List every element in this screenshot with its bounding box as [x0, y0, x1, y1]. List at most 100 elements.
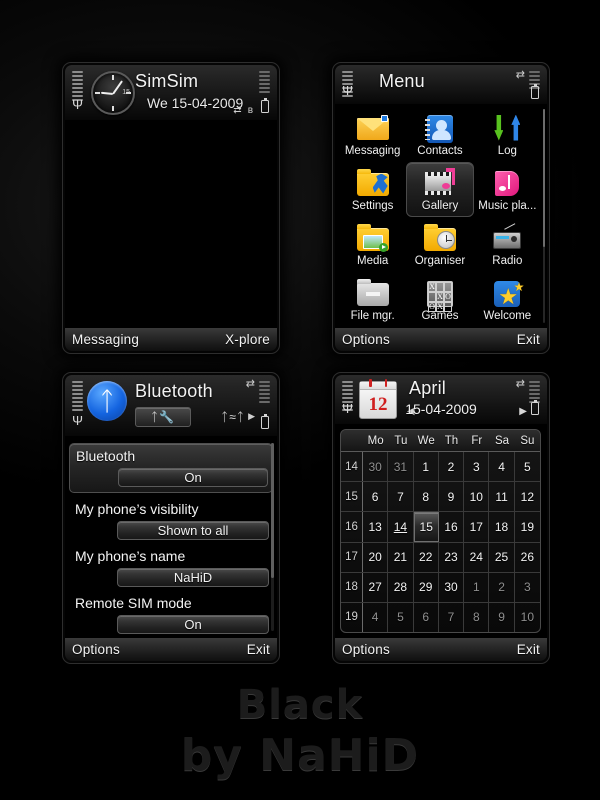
- softkey-right-xplore[interactable]: X-plore: [225, 332, 270, 347]
- softkey-left-messaging[interactable]: Messaging: [72, 332, 139, 347]
- calendar-day-cell[interactable]: 19: [515, 512, 540, 541]
- calendar-day-cell[interactable]: 10: [515, 603, 540, 632]
- calendar-day-cell[interactable]: 22: [414, 542, 439, 572]
- calendar-day-cell[interactable]: 30: [439, 572, 465, 602]
- menu-item-messaging[interactable]: Messaging: [339, 107, 406, 162]
- calendar-day-cell[interactable]: 1: [464, 572, 490, 602]
- menu-item-music-player[interactable]: Music pla...: [474, 162, 541, 217]
- calendar-day-cell[interactable]: 17: [464, 512, 490, 542]
- week-number-header: [341, 430, 363, 451]
- calendar-day-cell[interactable]: 6: [414, 602, 439, 632]
- calendar-day-cell[interactable]: 1: [414, 452, 439, 482]
- menu-status-bar: Ψ Menu ⇄: [335, 65, 547, 105]
- menu-item-contacts[interactable]: Contacts: [406, 107, 473, 162]
- theme-author-watermark: by NaHiD: [180, 730, 420, 781]
- calendar-day-cell[interactable]: 24: [464, 542, 490, 572]
- softkey-left-options[interactable]: Options: [342, 642, 390, 657]
- calendar-day-cell[interactable]: 31: [388, 452, 414, 482]
- calendar-day-cell[interactable]: 23: [439, 542, 465, 572]
- calendar-day-cell[interactable]: 4: [363, 602, 389, 632]
- calendar-day-cell[interactable]: 26: [515, 543, 540, 572]
- tab-bluetooth-settings[interactable]: ᛏ🔧: [135, 407, 191, 427]
- calendar-week-number: 19: [341, 602, 363, 632]
- bluetooth-scrollbar-track[interactable]: [271, 443, 274, 631]
- calendar-day-cell[interactable]: 2: [489, 572, 515, 602]
- bt-row-value[interactable]: NaHiD: [117, 568, 269, 587]
- clock-marker-label: 15: [122, 89, 130, 96]
- menu-item-gallery[interactable]: Gallery: [406, 162, 474, 217]
- bt-row-remote-sim[interactable]: Remote SIM mode On: [73, 594, 269, 634]
- menu-item-welcome[interactable]: ★ ★ Welcome: [474, 272, 541, 327]
- idle-tray-icons: ⇄ ʙ: [233, 106, 253, 116]
- menu-item-label: Contacts: [417, 144, 463, 157]
- calendar-day-cell[interactable]: 9: [489, 602, 515, 632]
- calendar-day-cell[interactable]: 2: [439, 452, 465, 482]
- softkey-right-exit[interactable]: Exit: [247, 642, 270, 657]
- calendar-screen-panel: Ψ 12 April ◀ 15-04-2009 ▶ ⇄ Mo Tu We Th …: [332, 372, 550, 664]
- bluetooth-scrollbar-thumb[interactable]: [271, 443, 274, 579]
- menu-title: Menu: [379, 71, 425, 91]
- bt-row-value[interactable]: Shown to all: [117, 521, 269, 540]
- day-header: Su: [520, 434, 535, 447]
- bt-row-value[interactable]: On: [118, 468, 268, 487]
- calendar-day-cell[interactable]: 30: [363, 452, 389, 482]
- calendar-day-cell[interactable]: 16: [439, 512, 465, 542]
- bt-row-value[interactable]: On: [117, 615, 269, 634]
- calendar-day-cell[interactable]: 6: [363, 482, 389, 512]
- bt-row-bluetooth[interactable]: Bluetooth On: [69, 443, 273, 493]
- calendar-day-cell[interactable]: 5: [388, 602, 414, 632]
- menu-item-settings[interactable]: Settings: [339, 162, 406, 217]
- calendar-day-cell-selected[interactable]: 15: [413, 512, 439, 542]
- calendar-day-cell[interactable]: 25: [489, 542, 515, 572]
- calendar-day-cell[interactable]: 10: [464, 482, 490, 512]
- calendar-day-cell[interactable]: 21: [388, 542, 414, 572]
- calendar-day-cell[interactable]: 3: [515, 573, 540, 602]
- calendar-day-cell[interactable]: 8: [414, 482, 439, 512]
- calendar-day-cell[interactable]: 28: [388, 572, 414, 602]
- bt-row-visibility[interactable]: My phone’s visibility Shown to all: [73, 500, 269, 540]
- menu-item-media[interactable]: Media: [339, 217, 406, 272]
- calendar-softkey-bar: Options Exit: [335, 637, 547, 661]
- calendar-day-cell[interactable]: 12: [515, 482, 540, 511]
- softkey-right-exit[interactable]: Exit: [517, 332, 540, 347]
- menu-item-label: Media: [357, 254, 389, 267]
- calendar-day-cell[interactable]: 7: [388, 482, 414, 512]
- softkey-left-options[interactable]: Options: [342, 332, 390, 347]
- calendar-day-cell[interactable]: 4: [489, 452, 515, 482]
- menu-item-organiser[interactable]: Organiser: [406, 217, 473, 272]
- menu-item-radio[interactable]: Radio: [474, 217, 541, 272]
- calendar-title: April: [409, 378, 447, 398]
- menu-grid-area: Messaging Contacts Log Settings Gallery …: [335, 105, 547, 327]
- calendar-day-cell[interactable]: 20: [363, 542, 389, 572]
- calendar-day-cell[interactable]: 14: [388, 512, 414, 542]
- day-header: We: [417, 434, 435, 447]
- calendar-day-cell[interactable]: 13: [363, 512, 389, 542]
- battery-icon: [261, 98, 269, 113]
- battery-icon: [531, 400, 539, 415]
- calendar-day-cell[interactable]: 27: [363, 572, 389, 602]
- calendar-status-bar: Ψ 12 April ◀ 15-04-2009 ▶ ⇄: [335, 375, 547, 425]
- operator-name: SimSim: [135, 71, 199, 91]
- softkey-left-options[interactable]: Options: [72, 642, 120, 657]
- tab-next-arrow-icon[interactable]: ▶: [248, 411, 255, 422]
- menu-item-label: Welcome: [483, 309, 532, 322]
- calendar-day-cell[interactable]: 8: [464, 602, 490, 632]
- calendar-day-cell[interactable]: 18: [489, 512, 515, 542]
- idle-wallpaper-area: [65, 121, 277, 327]
- calendar-day-cell[interactable]: 5: [515, 452, 540, 481]
- softkey-right-exit[interactable]: Exit: [517, 642, 540, 657]
- calendar-day-cell[interactable]: 7: [439, 602, 465, 632]
- bt-row-phone-name[interactable]: My phone’s name NaHiD: [73, 547, 269, 587]
- menu-scrollbar-thumb[interactable]: [543, 109, 545, 247]
- calendar-month-grid: Mo Tu We Th Fr Sa Su 14 30 31 1 2 3 4 5 15 6 7 8 9 10…: [340, 429, 541, 633]
- calendar-day-cell[interactable]: 9: [439, 482, 465, 512]
- next-month-arrow-icon[interactable]: ▶: [519, 406, 527, 417]
- contacts-book-icon: [423, 112, 457, 144]
- menu-item-file-manager[interactable]: File mgr.: [339, 272, 406, 327]
- analog-clock-widget[interactable]: 15: [91, 71, 135, 115]
- calendar-day-cell[interactable]: 29: [414, 572, 439, 602]
- calendar-day-cell[interactable]: 11: [489, 482, 515, 512]
- calendar-day-cell[interactable]: 3: [464, 452, 490, 482]
- menu-item-log[interactable]: Log: [474, 107, 541, 162]
- menu-item-games[interactable]: X XO OX Games: [406, 272, 473, 327]
